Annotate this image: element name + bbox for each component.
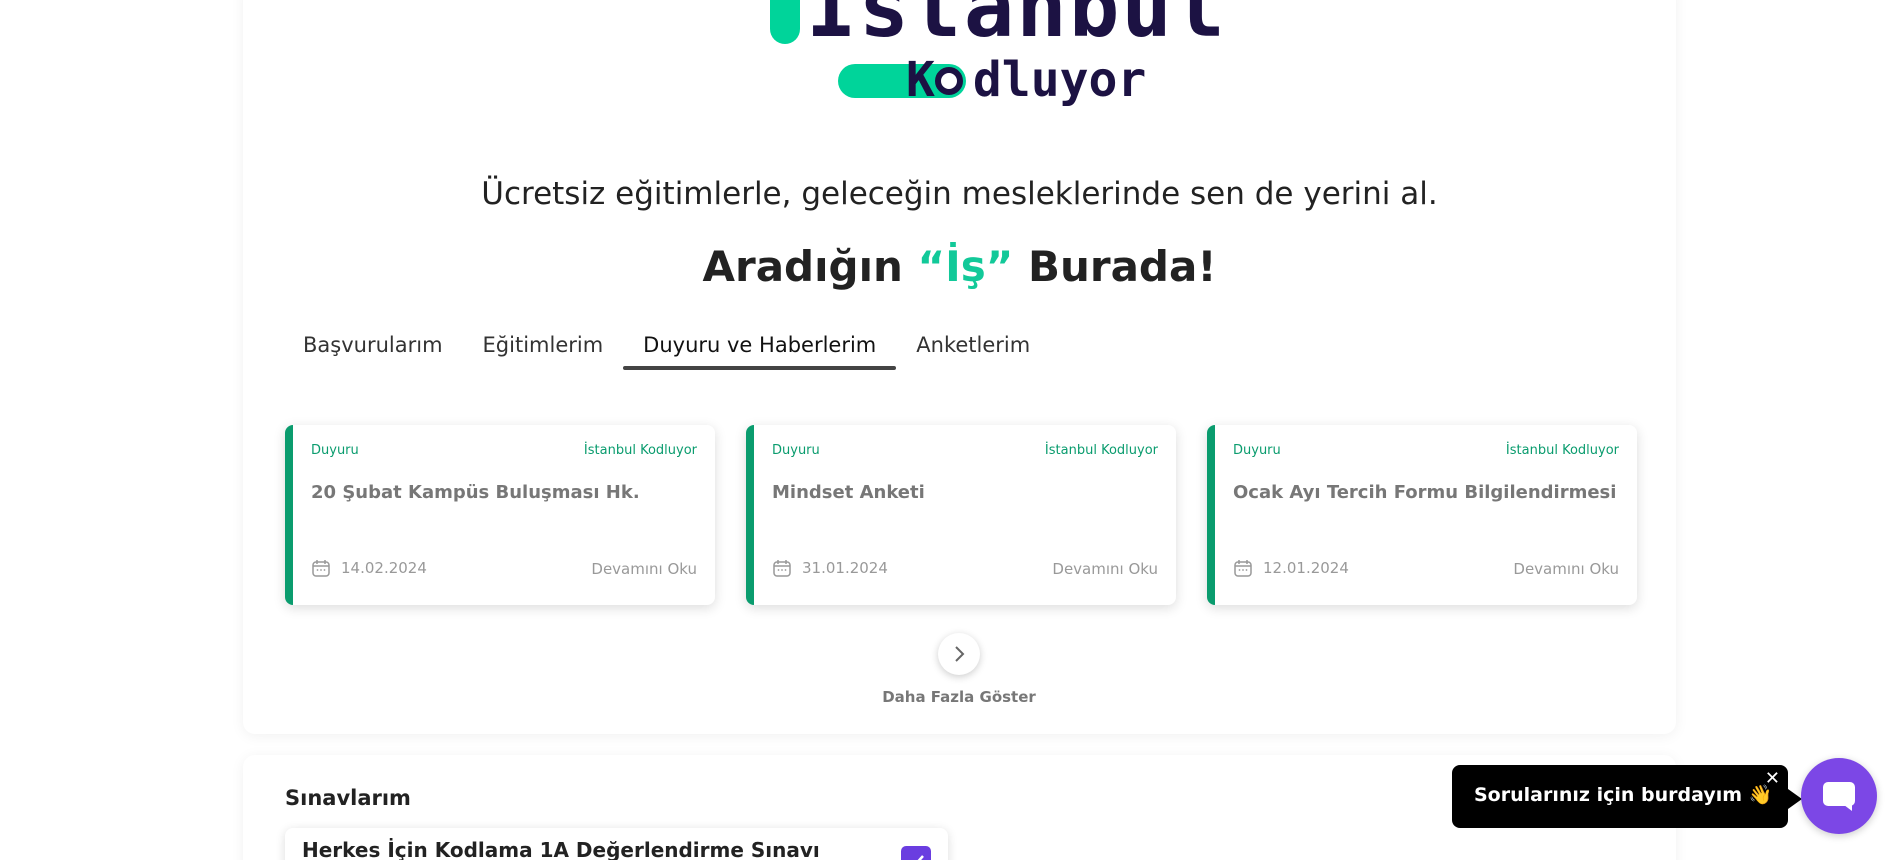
news-card-list: Duyuru İstanbul Kodluyor 20 Şubat Kampüs…: [285, 425, 1637, 605]
check-icon: [917, 855, 924, 860]
exam-name: Herkes İçin Kodlama 1A Değerlendirme Sın…: [302, 838, 820, 860]
news-card[interactable]: Duyuru İstanbul Kodluyor 20 Şubat Kampüs…: [285, 425, 715, 605]
card-title: 20 Şubat Kampüs Buluşması Hk.: [311, 482, 640, 503]
logo-bar: [770, 0, 800, 44]
exams-title: Sınavlarım: [285, 786, 411, 810]
exam-card[interactable]: Herkes İçin Kodlama 1A Değerlendirme Sın…: [285, 828, 948, 860]
headline-after: Burada!: [1027, 242, 1217, 291]
card-source: İstanbul Kodluyor: [583, 443, 697, 458]
exam-checkbox[interactable]: [901, 846, 931, 860]
tab-basvurularim[interactable]: Başvurularım: [283, 330, 463, 370]
calendar-icon: [312, 560, 330, 577]
card-date-row: 12.01.2024: [1233, 558, 1349, 578]
calendar-icon: [773, 560, 791, 577]
card-date: 12.01.2024: [1263, 559, 1349, 577]
headline-before: Aradığın: [702, 242, 903, 291]
tab-anketlerim[interactable]: Anketlerim: [896, 330, 1050, 370]
card-category: Duyuru: [772, 443, 820, 458]
tab-bar: Başvurularım Eğitimlerim Duyuru ve Haber…: [283, 330, 1050, 370]
chat-icon: [1823, 782, 1855, 811]
card-date: 14.02.2024: [341, 559, 427, 577]
istanbul-kodluyor-logo[interactable]: İstanbul Kdluyor: [770, 0, 1225, 110]
tab-duyuru-ve-haberlerim[interactable]: Duyuru ve Haberlerim: [623, 330, 897, 370]
card-date: 31.01.2024: [802, 559, 888, 577]
chat-tooltip: Sorularınız için burdayım 👋 ✕: [1452, 765, 1802, 828]
logo-small-rest: dluyor: [972, 52, 1147, 108]
tab-egitimlerim[interactable]: Eğitimlerim: [463, 330, 624, 370]
chat-message: Sorularınız için burdayım 👋: [1474, 784, 1773, 806]
read-more-link[interactable]: Devamını Oku: [1052, 560, 1158, 578]
news-card[interactable]: Duyuru İstanbul Kodluyor Mindset Anketi …: [746, 425, 1176, 605]
chat-tooltip-tail: [1788, 789, 1802, 809]
show-more-label[interactable]: Daha Fazla Göster: [850, 688, 1068, 706]
headline-highlight: “İş”: [917, 242, 1014, 291]
read-more-link[interactable]: Devamını Oku: [591, 560, 697, 578]
card-category: Duyuru: [311, 443, 359, 458]
close-icon[interactable]: ✕: [1765, 768, 1780, 789]
read-more-link[interactable]: Devamını Oku: [1513, 560, 1619, 578]
card-title: Ocak Ayı Tercih Formu Bilgilendirmesi: [1233, 482, 1617, 503]
card-date-row: 14.02.2024: [311, 558, 427, 578]
chevron-right-icon: [955, 646, 965, 662]
card-title: Mindset Anketi: [772, 482, 925, 503]
show-more-button[interactable]: [938, 633, 980, 675]
logo-big-text: İstanbul: [806, 0, 1227, 56]
logo-pill-dot: [935, 67, 963, 95]
card-source: İstanbul Kodluyor: [1505, 443, 1619, 458]
card-source: İstanbul Kodluyor: [1044, 443, 1158, 458]
headline: Aradığın “İş” Burada!: [243, 242, 1676, 291]
logo-small-k: K: [906, 52, 935, 108]
news-card[interactable]: Duyuru İstanbul Kodluyor Ocak Ayı Tercih…: [1207, 425, 1637, 605]
tagline: Ücretsiz eğitimlerle, geleceğin meslekle…: [481, 176, 1438, 212]
card-date-row: 31.01.2024: [772, 558, 888, 578]
calendar-icon: [1234, 560, 1252, 577]
chat-button[interactable]: [1801, 758, 1877, 834]
card-category: Duyuru: [1233, 443, 1281, 458]
